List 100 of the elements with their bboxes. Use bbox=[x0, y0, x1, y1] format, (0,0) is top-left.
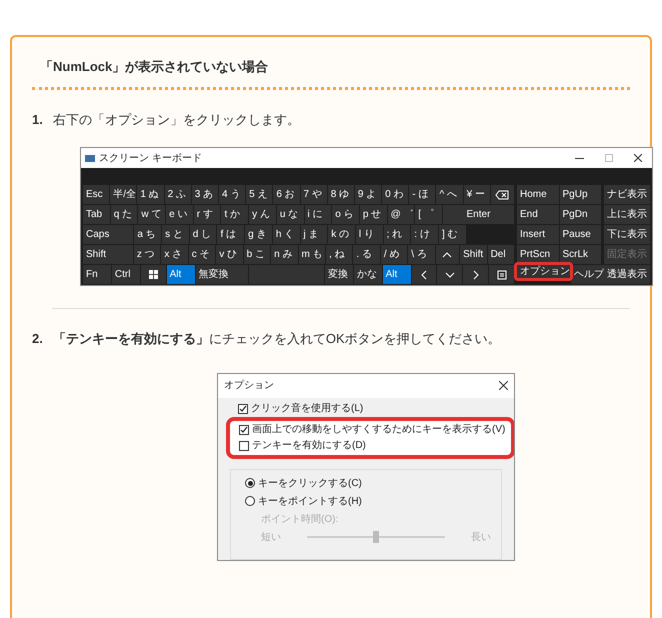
keyboard-key[interactable]: j ま bbox=[300, 225, 328, 244]
keyboard-key[interactable]: Home bbox=[517, 185, 558, 204]
keyboard-key[interactable]: Enter bbox=[442, 205, 514, 224]
keyboard-key[interactable]: Caps bbox=[83, 225, 134, 244]
close-icon[interactable] bbox=[634, 154, 642, 162]
keyboard-key[interactable]: Shift bbox=[83, 245, 133, 264]
keyboard-key[interactable]: Tab bbox=[83, 205, 110, 224]
keyboard-key[interactable]: Shift bbox=[460, 245, 487, 264]
keyboard-key[interactable]: d し bbox=[190, 225, 216, 244]
window-title: スクリーン キーボード bbox=[99, 152, 202, 166]
keyboard-key[interactable]: i に bbox=[304, 205, 332, 224]
keyboard-key[interactable]: Del bbox=[488, 245, 514, 264]
keyboard-key[interactable]: l り bbox=[356, 225, 383, 244]
checkbox-label: テンキーを有効にする(D) bbox=[252, 438, 366, 453]
keyboard-key[interactable]: ; れ bbox=[384, 225, 410, 244]
keyboard-key[interactable]: 5 え bbox=[246, 185, 272, 204]
keyboard-key[interactable]: Ctrl bbox=[112, 265, 140, 284]
keyboard-key[interactable]: b こ bbox=[244, 245, 270, 264]
keyboard-key[interactable]: 半/全 bbox=[110, 185, 136, 204]
keyboard-key[interactable]: u な bbox=[276, 205, 304, 224]
checkbox[interactable] bbox=[239, 424, 249, 434]
keyboard-key[interactable]: ^ へ bbox=[436, 185, 463, 204]
keyboard-key[interactable]: オプション bbox=[517, 265, 570, 278]
keyboard-key[interactable]: 透過表示 bbox=[604, 265, 650, 284]
keyboard-key[interactable] bbox=[489, 265, 514, 284]
keyboard-key[interactable] bbox=[140, 265, 166, 284]
keyboard-key[interactable]: 下に表示 bbox=[604, 225, 650, 244]
checkbox-label: 画面上での移動をしやすくするためにキーを表示する(V) bbox=[252, 422, 506, 437]
keyboard-key[interactable]: y ん bbox=[249, 205, 276, 224]
keyboard-key[interactable]: ¥ ー bbox=[464, 185, 490, 204]
radio-button[interactable] bbox=[245, 496, 255, 506]
checkbox[interactable] bbox=[239, 440, 249, 450]
radio-label: キーをクリックする(C) bbox=[258, 476, 362, 490]
radio-button[interactable] bbox=[245, 478, 255, 488]
keyboard-key[interactable]: Alt bbox=[166, 265, 194, 284]
keyboard-key[interactable]: o ら bbox=[332, 205, 359, 224]
keyboard-key[interactable] bbox=[490, 185, 514, 204]
keyboard-key[interactable]: Pause bbox=[560, 225, 601, 244]
keyboard-key[interactable]: r す bbox=[194, 205, 220, 224]
slider-thumb[interactable] bbox=[373, 531, 379, 543]
keyboard-key[interactable]: PgDn bbox=[560, 205, 601, 224]
keyboard-key[interactable]: 2 ふ bbox=[164, 185, 191, 204]
step-text: 「テンキーを有効にする」にチェックを入れてOKボタンを押してください。 bbox=[52, 330, 501, 348]
keyboard-key[interactable]: k の bbox=[328, 225, 355, 244]
keyboard-key[interactable]: 0 わ bbox=[382, 185, 408, 204]
close-icon[interactable] bbox=[499, 381, 508, 390]
keyboard-key[interactable]: ] む bbox=[438, 225, 466, 244]
keyboard-key[interactable]: PgUp bbox=[560, 185, 601, 204]
keyboard-key[interactable] bbox=[436, 245, 460, 264]
keyboard-key[interactable] bbox=[437, 265, 462, 284]
keyboard-key[interactable]: z つ bbox=[134, 245, 160, 264]
keyboard-key[interactable]: 9 よ bbox=[354, 185, 382, 204]
windows-logo-icon bbox=[148, 270, 158, 279]
keyboard-key[interactable]: f は bbox=[217, 225, 244, 244]
keyboard-key[interactable]: 4 う bbox=[218, 185, 246, 204]
keyboard-key[interactable]: 上に表示 bbox=[604, 205, 650, 224]
keyboard-key[interactable]: Alt bbox=[382, 265, 410, 284]
keyboard-key[interactable]: 変換 bbox=[324, 265, 353, 284]
keyboard-key[interactable]: t か bbox=[221, 205, 248, 224]
keyboard-key[interactable]: s と bbox=[162, 225, 189, 244]
slider-track[interactable] bbox=[307, 531, 445, 543]
checkbox[interactable] bbox=[238, 404, 248, 414]
keyboard-key[interactable] bbox=[463, 265, 488, 284]
keyboard-key[interactable]: Insert bbox=[517, 225, 558, 244]
keyboard-key[interactable]: / め bbox=[380, 245, 408, 264]
keyboard-key[interactable]: : け bbox=[411, 225, 438, 244]
keyboard-key[interactable]: x さ bbox=[161, 245, 188, 264]
keyboard-key[interactable]: e い bbox=[166, 205, 193, 224]
keyboard-key[interactable]: a ち bbox=[134, 225, 162, 244]
keyboard-key[interactable]: h く bbox=[272, 225, 300, 244]
keyboard-key[interactable]: End bbox=[517, 205, 558, 224]
keyboard-key[interactable]: c そ bbox=[188, 245, 216, 264]
keyboard-key[interactable]: v ひ bbox=[216, 245, 243, 264]
keyboard-key[interactable]: 3 あ bbox=[192, 185, 218, 204]
keyboard-key[interactable]: p せ bbox=[360, 205, 387, 224]
chevron-up-icon bbox=[442, 250, 452, 260]
keyboard-key[interactable]: ナビ表示 bbox=[604, 185, 650, 204]
keyboard-key[interactable]: 6 お bbox=[273, 185, 300, 204]
keyboard-key[interactable]: \ ろ bbox=[408, 245, 435, 264]
keyboard-key[interactable]: g き bbox=[245, 225, 272, 244]
keyboard-key[interactable]: 無変換 bbox=[196, 265, 248, 284]
keyboard-key[interactable]: - ほ bbox=[409, 185, 436, 204]
keyboard-key[interactable]: ヘルプ bbox=[571, 265, 604, 284]
keyboard-key[interactable]: かな bbox=[354, 265, 382, 284]
keyboard-key[interactable]: q た bbox=[110, 205, 138, 224]
keyboard-key[interactable]: m も bbox=[298, 245, 325, 264]
keyboard-key[interactable]: Fn bbox=[83, 265, 111, 284]
keyboard-key[interactable]: , ね bbox=[326, 245, 352, 264]
keyboard-key[interactable]: w て bbox=[138, 205, 166, 224]
keyboard-key[interactable]: Esc bbox=[83, 185, 110, 204]
keyboard-key[interactable]: ScrLk bbox=[560, 245, 601, 264]
keyboard-key[interactable]: n み bbox=[271, 245, 298, 264]
keyboard-key[interactable]: [ ゜ bbox=[415, 205, 442, 224]
keyboard-key[interactable]: . る bbox=[353, 245, 380, 264]
keyboard-key[interactable]: @ ゛ bbox=[388, 205, 414, 224]
keyboard-key[interactable]: 1 ぬ bbox=[137, 185, 164, 204]
keyboard-key[interactable]: 8 ゆ bbox=[328, 185, 354, 204]
keyboard-key[interactable]: 7 や bbox=[300, 185, 327, 204]
keyboard-key[interactable] bbox=[412, 265, 436, 284]
check-icon bbox=[239, 404, 247, 412]
